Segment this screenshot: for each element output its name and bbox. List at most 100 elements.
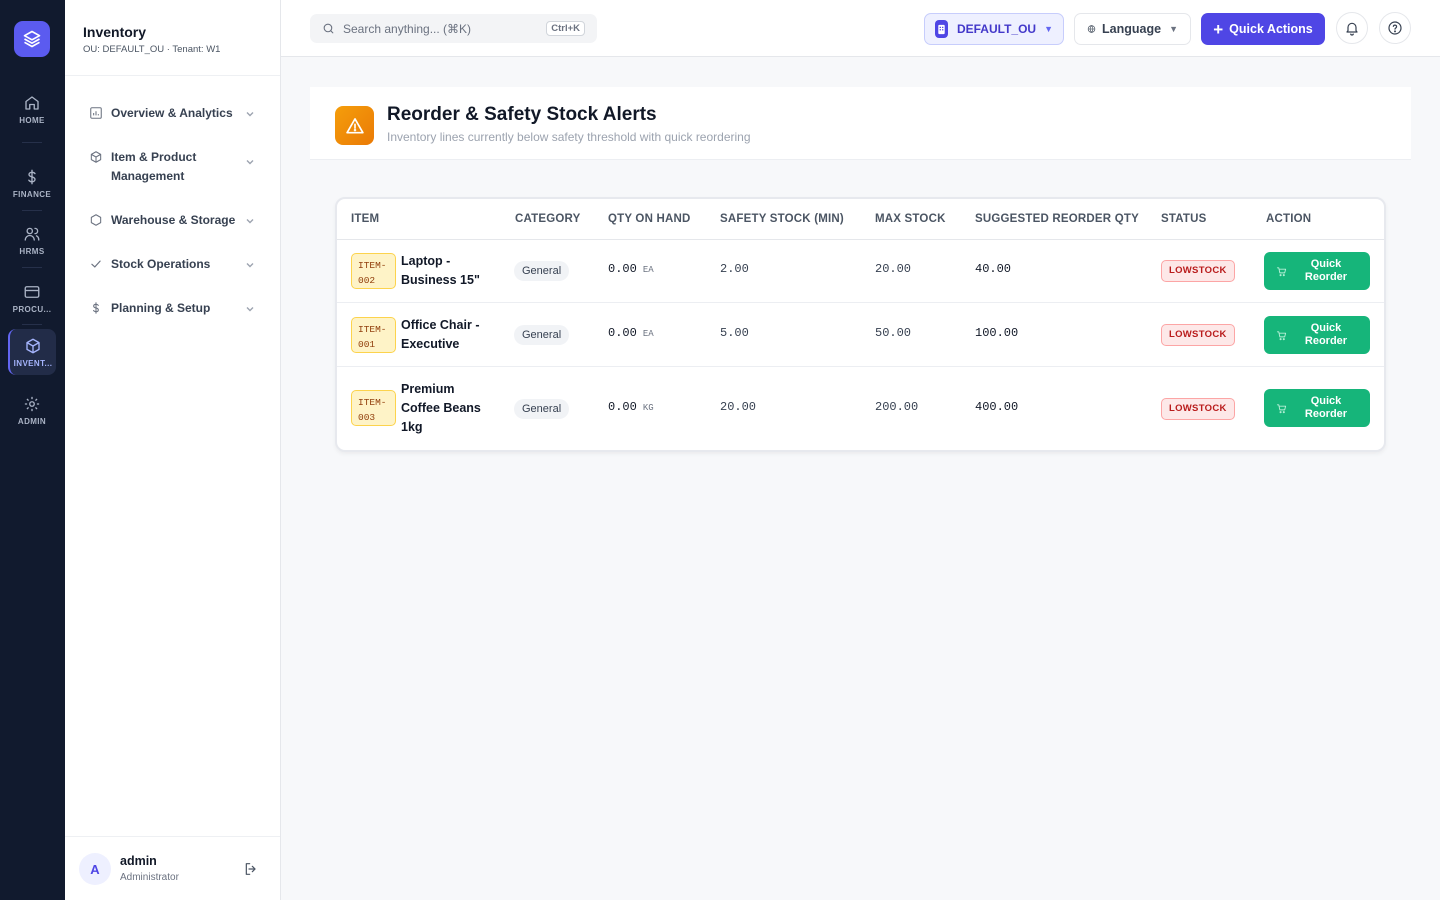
user-role: Administrator xyxy=(120,872,179,883)
sku-prefix: ITEM- xyxy=(358,324,387,335)
nav-label: Overview & Analytics xyxy=(111,106,233,120)
quick-reorder-button[interactable]: Quick Reorder xyxy=(1264,316,1370,354)
gear-icon xyxy=(24,396,40,411)
user-name: admin xyxy=(120,854,157,868)
language-selector[interactable]: Language ▼ xyxy=(1074,13,1191,45)
credit-card-icon xyxy=(24,285,40,298)
search-icon xyxy=(323,23,334,34)
item-name: Laptop - Business 15" xyxy=(401,254,480,287)
sku-badge: ITEM- 002 xyxy=(351,253,396,289)
quick-reorder-label: Quick Reorder xyxy=(1304,322,1348,347)
column-header-suggested-reorder: SUGGESTED REORDER QTY xyxy=(975,213,1139,225)
table-row: ITEM- 002 Laptop - Business 15" General … xyxy=(337,240,1384,303)
category-pill: General xyxy=(514,325,570,345)
avatar[interactable]: A xyxy=(79,853,111,885)
quick-actions-label: Quick Actions xyxy=(1229,22,1313,36)
sku-prefix: ITEM- xyxy=(358,397,387,408)
qty-value: 0.00 xyxy=(608,262,637,276)
search-input[interactable] xyxy=(343,21,547,36)
globe-icon xyxy=(1087,25,1096,33)
max-stock: 200.00 xyxy=(875,400,919,414)
quick-reorder-button[interactable]: Quick Reorder xyxy=(1264,389,1370,427)
module-title: Inventory xyxy=(83,24,147,40)
layers-icon xyxy=(23,30,41,48)
nav-overview-analytics[interactable]: Overview & Analytics xyxy=(89,104,255,123)
sku-badge: ITEM- 003 xyxy=(351,390,396,426)
unit-label: KG xyxy=(642,403,654,413)
chevron-down-icon xyxy=(246,307,254,312)
item-name: Office Chair - Executive xyxy=(401,318,480,351)
rail-item-inventory[interactable]: INVENT... xyxy=(8,329,56,375)
safety-stock: 2.00 xyxy=(720,262,749,276)
cart-icon xyxy=(1276,330,1287,340)
nav-label: Stock Operations xyxy=(111,257,211,271)
chevron-down-icon xyxy=(246,219,254,224)
ou-label: DEFAULT_OU xyxy=(956,22,1037,36)
page-title: Reorder & Safety Stock Alerts xyxy=(387,104,657,125)
sku-number: 002 xyxy=(358,275,376,286)
warning-badge xyxy=(335,106,374,145)
box-icon xyxy=(90,151,102,163)
column-header-max-stock: MAX STOCK xyxy=(875,213,946,225)
qty-value: 0.00 xyxy=(608,400,637,414)
column-header-item: ITEM xyxy=(351,213,380,225)
home-icon xyxy=(25,95,39,110)
bell-icon xyxy=(1346,22,1358,36)
rail-item-finance[interactable]: FINANCE xyxy=(8,160,56,206)
suggested-reorder-qty: 400.00 xyxy=(975,400,1019,414)
quick-actions-button[interactable]: + Quick Actions xyxy=(1201,13,1325,45)
rail-item-home[interactable]: HOME xyxy=(8,86,56,132)
rail-label: HRMS xyxy=(19,246,45,256)
sidebar-header: Inventory OU: DEFAULT_OU · Tenant: W1 xyxy=(65,0,280,76)
nav-planning-setup[interactable]: Planning & Setup xyxy=(89,299,255,318)
status-badge: LOWSTOCK xyxy=(1161,260,1235,282)
safety-stock: 20.00 xyxy=(720,400,757,414)
item-name: Premium Coffee Beans 1kg xyxy=(401,382,481,434)
user-panel: A admin Administrator xyxy=(65,836,280,900)
nav-label: Planning & Setup xyxy=(111,301,211,315)
nav-warehouse-storage[interactable]: Warehouse & Storage xyxy=(89,211,255,230)
module-context: OU: DEFAULT_OU · Tenant: W1 xyxy=(83,44,221,55)
caret-down-icon: ▼ xyxy=(1169,24,1178,34)
unit-label: EA xyxy=(642,265,654,275)
page-subtitle: Inventory lines currently below safety t… xyxy=(387,130,751,144)
rail-item-admin[interactable]: ADMIN xyxy=(8,387,56,433)
app-logo[interactable] xyxy=(14,21,50,57)
nav-item-product-management[interactable]: Item & Product Management xyxy=(89,148,255,186)
column-header-safety-stock: SAFETY STOCK (MIN) xyxy=(720,213,844,225)
alerts-table: ITEM CATEGORY QTY ON HAND SAFETY STOCK (… xyxy=(335,197,1386,452)
caret-down-icon: ▼ xyxy=(1044,24,1053,34)
nav-label: Warehouse & Storage xyxy=(111,213,236,227)
notifications-button[interactable] xyxy=(1336,12,1368,44)
rail-item-hrms[interactable]: HRMS xyxy=(8,217,56,263)
rail-label: PROCU... xyxy=(12,304,52,314)
search-shortcut-badge: Ctrl+K xyxy=(546,21,585,36)
category-pill: General xyxy=(514,399,570,419)
search-box[interactable]: Ctrl+K xyxy=(310,14,597,43)
unit-label: EA xyxy=(642,329,654,339)
quick-reorder-label: Quick Reorder xyxy=(1304,395,1348,420)
help-button[interactable] xyxy=(1379,12,1411,44)
ou-selector[interactable]: DEFAULT_OU ▼ xyxy=(924,13,1064,45)
sku-number: 003 xyxy=(358,412,376,423)
qty-on-hand: 0.00 KG xyxy=(608,400,654,414)
dollar-icon xyxy=(93,302,99,314)
rail-label: FINANCE xyxy=(12,189,52,199)
help-icon xyxy=(1388,21,1402,35)
chevron-down-icon xyxy=(246,112,254,117)
rail-divider xyxy=(22,267,42,268)
hexagon-icon xyxy=(90,214,102,226)
logout-icon[interactable] xyxy=(243,861,259,877)
status-badge: LOWSTOCK xyxy=(1161,324,1235,346)
quick-reorder-button[interactable]: Quick Reorder xyxy=(1264,252,1370,290)
category-pill: General xyxy=(514,261,570,281)
status-badge: LOWSTOCK xyxy=(1161,398,1235,420)
qty-value: 0.00 xyxy=(608,326,637,340)
sku-number: 001 xyxy=(358,339,376,350)
chevron-down-icon xyxy=(246,263,254,268)
nav-stock-operations[interactable]: Stock Operations xyxy=(89,255,255,274)
rail-divider xyxy=(22,142,42,143)
rail-item-procurement[interactable]: PROCU... xyxy=(8,275,56,321)
page-header: Reorder & Safety Stock Alerts Inventory … xyxy=(310,87,1411,160)
qty-on-hand: 0.00 EA xyxy=(608,262,654,276)
